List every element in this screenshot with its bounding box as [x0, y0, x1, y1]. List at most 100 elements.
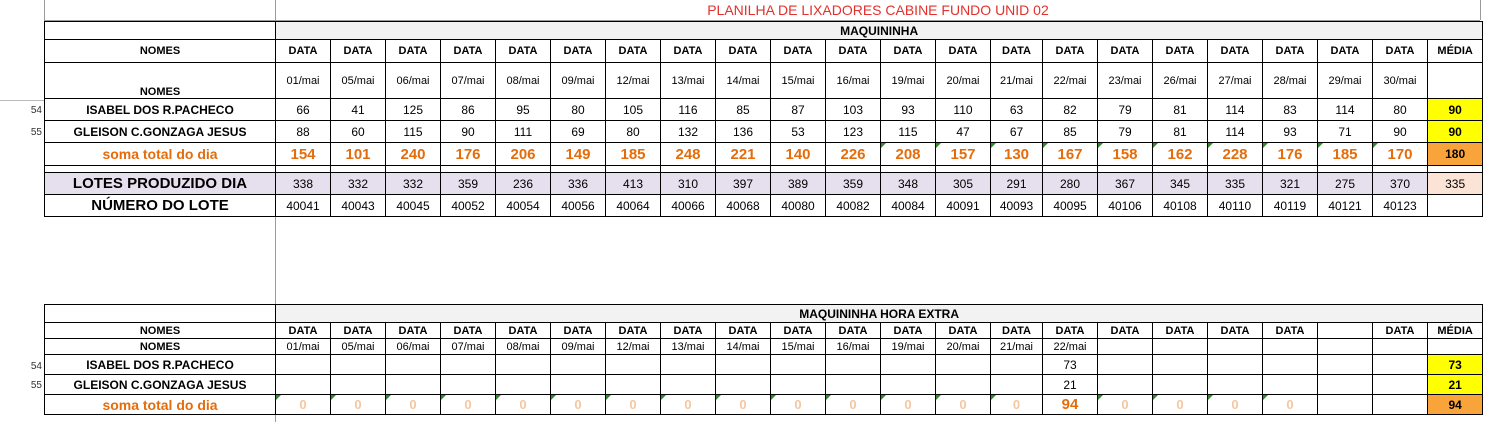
lotes-media[interactable]: 335	[1426, 172, 1484, 195]
worker-name[interactable]: ISABEL DOS R.PACHECO	[44, 98, 276, 121]
lotes-cell[interactable]: 332	[330, 172, 386, 195]
soma-cell[interactable]: 185	[605, 142, 661, 166]
data-header[interactable]: DATA	[1207, 39, 1263, 63]
value-cell[interactable]: 66	[275, 98, 331, 121]
empty-cell[interactable]	[385, 374, 441, 395]
data-header[interactable]: DATA	[1372, 39, 1428, 63]
media-cell[interactable]: 90	[1426, 120, 1484, 143]
value-cell[interactable]: 67	[990, 120, 1043, 143]
empty-cell[interactable]	[1372, 338, 1428, 355]
date-cell[interactable]: 21/mai	[990, 338, 1043, 355]
value-cell[interactable]: 125	[385, 98, 441, 121]
empty-cell[interactable]	[715, 374, 771, 395]
value-cell[interactable]: 95	[495, 98, 551, 121]
lote-number-cell[interactable]: 40080	[770, 194, 826, 217]
date-cell[interactable]: 08/mai	[495, 338, 551, 355]
data-header[interactable]: DATA	[440, 39, 496, 63]
value-cell[interactable]: 81	[1152, 98, 1208, 121]
lote-number-cell[interactable]: 40052	[440, 194, 496, 217]
value-cell[interactable]: 90	[1372, 120, 1428, 143]
value-cell[interactable]: 103	[825, 98, 881, 121]
data-header[interactable]: DATA	[495, 39, 551, 63]
empty-cell[interactable]	[1372, 374, 1428, 395]
spacer-cell[interactable]	[44, 165, 276, 173]
value-cell[interactable]: 90	[440, 120, 496, 143]
spacer-cell[interactable]	[385, 165, 441, 173]
lotes-cell[interactable]: 321	[1262, 172, 1318, 195]
spacer-cell[interactable]	[550, 165, 606, 173]
empty-cell[interactable]	[1152, 338, 1208, 355]
date-cell[interactable]: 22/mai	[1042, 338, 1098, 355]
empty-cell[interactable]	[1207, 338, 1263, 355]
value-cell[interactable]: 93	[880, 98, 936, 121]
soma-cell[interactable]: 167	[1042, 142, 1098, 166]
date-cell[interactable]: 22/mai	[1042, 62, 1098, 99]
empty-cell[interactable]	[605, 354, 661, 375]
data-header[interactable]: DATA	[1097, 39, 1153, 63]
value-cell[interactable]: 114	[1317, 98, 1373, 121]
soma-cell[interactable]: 0	[715, 394, 771, 415]
spacer-cell[interactable]	[935, 165, 991, 173]
soma-cell[interactable]: 176	[440, 142, 496, 166]
row-number[interactable]: 55	[0, 380, 42, 391]
data-header[interactable]: DATA	[440, 322, 496, 339]
empty-cell[interactable]	[1152, 374, 1208, 395]
soma-cell[interactable]: 154	[275, 142, 331, 166]
data-header[interactable]: DATA	[660, 39, 716, 63]
lote-number-cell[interactable]: 40119	[1262, 194, 1318, 217]
spacer-cell[interactable]	[1042, 165, 1098, 173]
empty-cell[interactable]	[770, 374, 826, 395]
soma-cell[interactable]: 228	[1207, 142, 1263, 166]
value-cell[interactable]: 114	[1207, 98, 1263, 121]
lote-number-cell[interactable]: 40106	[1097, 194, 1153, 217]
soma-cell[interactable]: 157	[935, 142, 991, 166]
date-cell[interactable]: 16/mai	[825, 62, 881, 99]
data-header[interactable]: DATA	[990, 39, 1043, 63]
soma-cell[interactable]: 0	[275, 394, 331, 415]
value-cell[interactable]: 63	[990, 98, 1043, 121]
empty-cell[interactable]	[330, 374, 386, 395]
value-cell[interactable]: 115	[385, 120, 441, 143]
soma-cell[interactable]: 185	[1317, 142, 1373, 166]
row-number[interactable]: 55	[0, 127, 42, 138]
data-header[interactable]: DATA	[990, 322, 1043, 339]
data-header[interactable]: DATA	[1152, 39, 1208, 63]
data-header[interactable]: DATA	[660, 322, 716, 339]
value-cell[interactable]: 110	[935, 98, 991, 121]
lotes-cell[interactable]: 280	[1042, 172, 1098, 195]
data-header[interactable]: DATA	[1152, 322, 1208, 339]
value-cell[interactable]: 93	[1262, 120, 1318, 143]
empty-cell[interactable]	[275, 374, 331, 395]
soma-cell[interactable]: 206	[495, 142, 551, 166]
spacer-cell[interactable]	[1372, 165, 1428, 173]
date-cell[interactable]: 14/mai	[715, 338, 771, 355]
data-header[interactable]: DATA	[1372, 322, 1428, 339]
empty-cell[interactable]	[330, 354, 386, 375]
soma-cell[interactable]: 94	[1042, 394, 1098, 415]
lote-number-cell[interactable]: 40095	[1042, 194, 1098, 217]
date-cell[interactable]: 23/mai	[1097, 62, 1153, 99]
lotes-cell[interactable]: 359	[825, 172, 881, 195]
spacer-cell[interactable]	[1262, 165, 1318, 173]
soma-cell[interactable]: 0	[880, 394, 936, 415]
empty-cell[interactable]	[1262, 338, 1318, 355]
empty-cell[interactable]	[1426, 194, 1484, 217]
date-cell[interactable]: 19/mai	[880, 338, 936, 355]
empty-cell[interactable]	[935, 354, 991, 375]
lotes-cell[interactable]: 348	[880, 172, 936, 195]
value-cell[interactable]: 47	[935, 120, 991, 143]
date-cell[interactable]: 15/mai	[770, 338, 826, 355]
spacer-cell[interactable]	[715, 165, 771, 173]
lote-number-cell[interactable]: 40110	[1207, 194, 1263, 217]
date-cell[interactable]: 13/mai	[660, 62, 716, 99]
value-cell[interactable]: 83	[1262, 98, 1318, 121]
spacer-cell[interactable]	[1426, 165, 1484, 173]
value-cell[interactable]: 85	[715, 98, 771, 121]
data-header[interactable]: DATA	[1042, 322, 1098, 339]
spacer-cell[interactable]	[330, 165, 386, 173]
spacer-cell[interactable]	[660, 165, 716, 173]
spacer-cell[interactable]	[880, 165, 936, 173]
date-cell[interactable]: 09/mai	[550, 338, 606, 355]
lotes-cell[interactable]: 359	[440, 172, 496, 195]
data-header[interactable]: DATA	[550, 322, 606, 339]
